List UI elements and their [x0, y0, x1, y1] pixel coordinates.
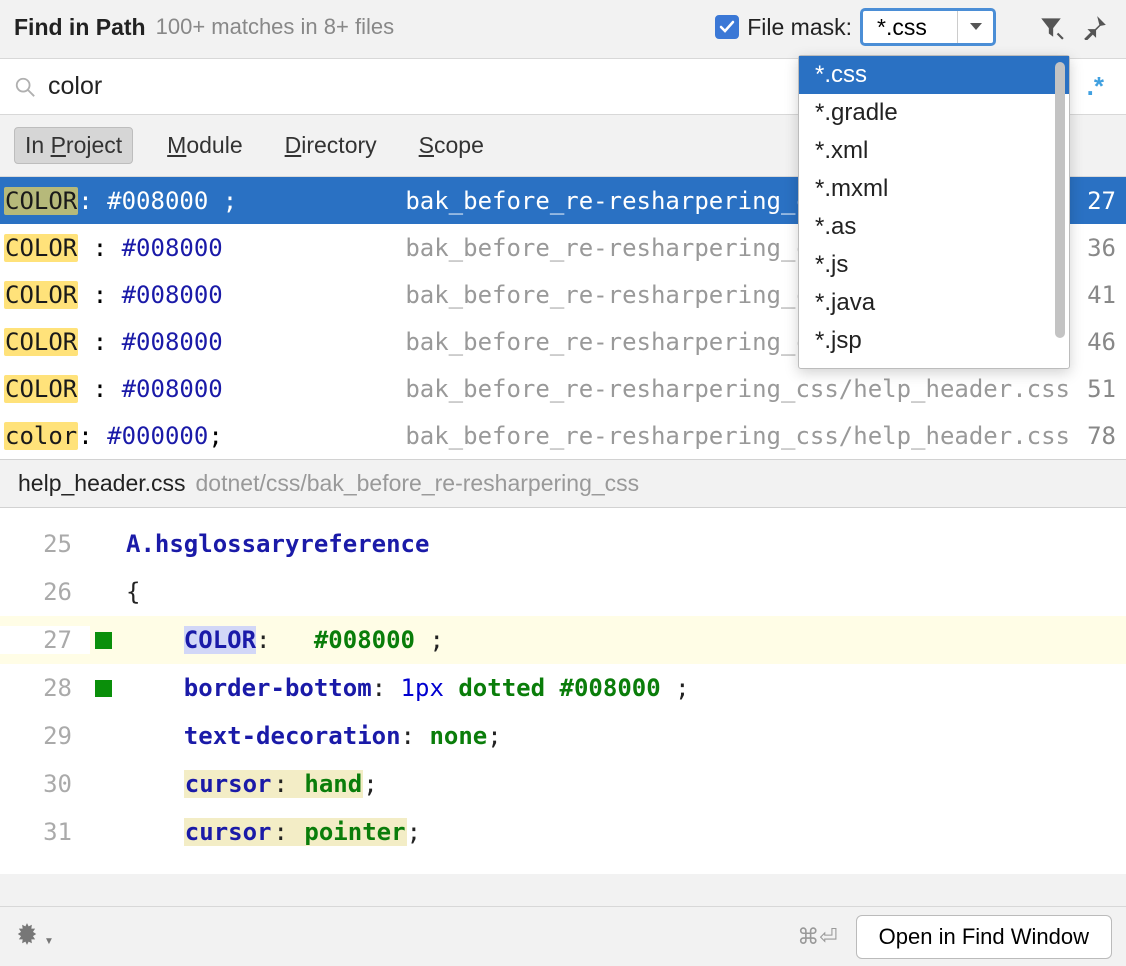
file-mask-label: File mask: — [747, 14, 852, 41]
code-preview: 25A.hsglossaryreference 26{ 27 COLOR: #0… — [0, 508, 1126, 874]
keyboard-hint: ⌘⏎ — [797, 924, 837, 950]
tab-directory[interactable]: Directory — [277, 128, 385, 163]
filter-icon[interactable] — [1034, 10, 1068, 44]
open-in-find-window-button[interactable]: Open in Find Window — [856, 915, 1112, 959]
result-row[interactable]: COLOR : #008000bak_before_re-resharperin… — [0, 365, 1126, 412]
preview-filename: help_header.css — [18, 470, 186, 497]
match-count: 100+ matches in 8+ files — [156, 14, 716, 40]
dialog-title: Find in Path — [14, 14, 146, 41]
dropdown-item[interactable]: *.jsp — [799, 322, 1069, 360]
dropdown-item[interactable]: *.css — [799, 56, 1069, 94]
file-mask-dropdown[interactable]: *.css*.gradle*.xml*.mxml*.as*.js*.java*.… — [798, 55, 1070, 369]
dropdown-item[interactable]: *.gradle — [799, 94, 1069, 132]
file-mask-value[interactable]: *.css — [863, 11, 957, 43]
dropdown-item[interactable]: *.js — [799, 246, 1069, 284]
search-icon — [14, 76, 36, 98]
tab-in-project[interactable]: In Project — [14, 127, 133, 164]
tab-scope[interactable]: Scope — [411, 128, 492, 163]
dropdown-item[interactable]: *.as — [799, 208, 1069, 246]
pin-icon[interactable] — [1078, 10, 1112, 44]
file-mask-checkbox[interactable] — [715, 15, 739, 39]
settings-gear-icon[interactable] — [14, 921, 40, 953]
regex-icon[interactable]: .* — [1079, 71, 1112, 102]
file-mask-dropdown-arrow[interactable] — [957, 11, 993, 43]
dropdown-item[interactable]: *.java — [799, 284, 1069, 322]
result-row[interactable]: color: #000000;bak_before_re-resharperin… — [0, 412, 1126, 459]
preview-path: dotnet/css/bak_before_re-resharpering_cs… — [196, 470, 640, 497]
file-mask-select[interactable]: *.css — [860, 8, 996, 46]
tab-module[interactable]: Module — [159, 128, 250, 163]
dropdown-item[interactable]: *.mxml — [799, 170, 1069, 208]
dropdown-item[interactable]: *.xml — [799, 132, 1069, 170]
